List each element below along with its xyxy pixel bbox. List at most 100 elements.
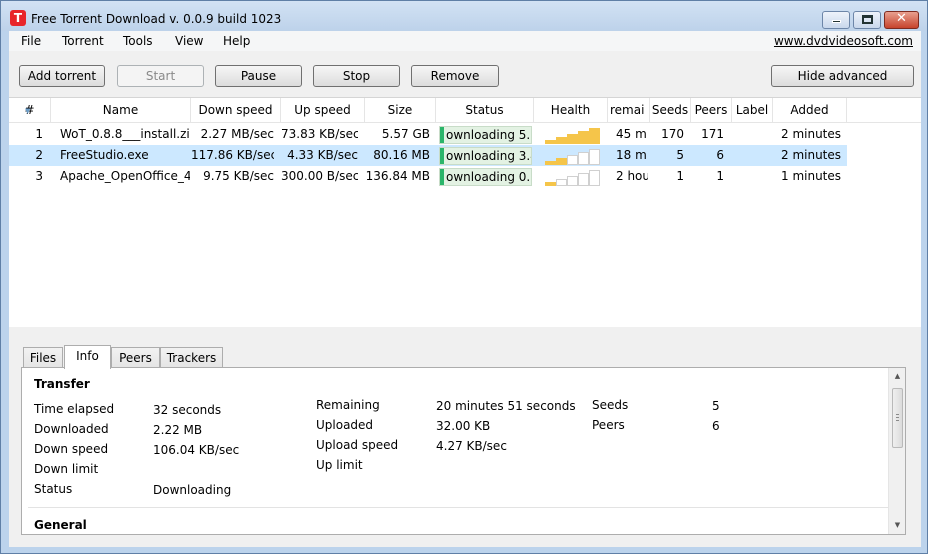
- tab-trackers[interactable]: Trackers: [160, 347, 223, 368]
- close-button[interactable]: ✕: [884, 11, 919, 29]
- minimize-icon: [832, 20, 841, 23]
- row-label: [732, 124, 770, 145]
- col-header-time-remaining[interactable]: remai: [608, 98, 650, 123]
- row-status: ownloading 3.4': [446, 149, 532, 163]
- col-header-status[interactable]: Status: [436, 98, 534, 123]
- table-row[interactable]: 2 FreeStudio.exe 117.86 KB/sec 4.33 KB/sec 8…: [9, 145, 847, 166]
- col-header-size[interactable]: Size: [365, 98, 436, 123]
- down-speed-value: 106.04 KB/sec: [153, 443, 240, 457]
- add-torrent-button[interactable]: Add torrent: [19, 65, 105, 87]
- health-bar: [545, 182, 556, 186]
- row-status: ownloading 5.9': [446, 128, 532, 142]
- remaining-value: 20 minutes 51 seconds: [436, 399, 576, 413]
- maximize-button[interactable]: [853, 11, 881, 29]
- col-header-label[interactable]: Label: [732, 98, 773, 123]
- remaining-label: Remaining: [316, 398, 380, 412]
- start-button[interactable]: Start: [117, 65, 204, 87]
- title-bar[interactable]: T Free Torrent Download v. 0.0.9 build 1…: [1, 1, 927, 31]
- row-number: 1: [35, 127, 43, 141]
- status-label: Status: [34, 482, 73, 496]
- row-size: 136.84 MB: [365, 169, 430, 183]
- row-seeds: 1: [676, 169, 684, 183]
- col-header-peers[interactable]: Peers: [691, 98, 732, 123]
- health-bar: [567, 155, 578, 165]
- down-limit-label: Down limit: [34, 462, 99, 476]
- col-header-added[interactable]: Added: [773, 98, 847, 123]
- client-area: File Torrent Tools View Help www.dvdvide…: [9, 31, 921, 547]
- row-peers: 1: [716, 169, 724, 183]
- row-status-progress: ownloading 0.9': [439, 168, 532, 186]
- tab-peers[interactable]: Peers: [111, 347, 160, 368]
- toolbar: Add torrent Start Pause Stop Remove Hide…: [9, 51, 921, 97]
- col-header-number[interactable]: ▼ #: [9, 98, 51, 123]
- row-down-speed: 2.27 MB/sec: [200, 127, 274, 141]
- row-time-remaining: 18 m: [616, 148, 647, 162]
- table-row[interactable]: 1 WoT_0.8.8___install.zip 2.27 MB/sec 73.83…: [9, 124, 847, 145]
- maximize-icon: [862, 15, 873, 24]
- seeds-value: 5: [712, 399, 720, 413]
- health-bar: [545, 161, 556, 165]
- health-bar: [578, 152, 589, 165]
- health-bar: [556, 137, 567, 144]
- app-window: T Free Torrent Download v. 0.0.9 build 1…: [0, 0, 928, 554]
- table-header: ▼ # Name Down speed Up speed Size Status…: [9, 98, 921, 123]
- row-peers: 6: [716, 148, 724, 162]
- row-down-speed: 9.75 KB/sec: [203, 169, 274, 183]
- menu-bar: File Torrent Tools View Help www.dvdvide…: [9, 31, 921, 51]
- menu-torrent[interactable]: Torrent: [62, 34, 104, 48]
- health-bar: [556, 158, 567, 165]
- tab-files[interactable]: Files: [23, 347, 63, 368]
- col-header-name[interactable]: Name: [51, 98, 191, 123]
- pause-button[interactable]: Pause: [215, 65, 302, 87]
- scroll-up-arrow-icon[interactable]: ▲: [889, 368, 905, 385]
- menu-help[interactable]: Help: [223, 34, 250, 48]
- info-scrollbar[interactable]: ▲ ▼: [888, 368, 905, 534]
- table-row[interactable]: 3 Apache_OpenOffice_4.0 9.75 KB/sec 300.00 …: [9, 166, 847, 187]
- health-bar: [567, 176, 578, 186]
- scroll-thumb[interactable]: [892, 388, 903, 448]
- uploaded-label: Uploaded: [316, 418, 374, 432]
- col-header-seeds[interactable]: Seeds: [650, 98, 691, 123]
- minimize-button[interactable]: [822, 11, 850, 29]
- row-up-speed: 300.00 B/sec: [281, 169, 358, 183]
- peers-value: 6: [712, 419, 720, 433]
- menu-tools[interactable]: Tools: [123, 34, 153, 48]
- scroll-down-arrow-icon[interactable]: ▼: [889, 517, 905, 534]
- down-speed-label: Down speed: [34, 442, 109, 456]
- torrent-list[interactable]: ▼ # Name Down speed Up speed Size Status…: [9, 97, 921, 327]
- tab-info[interactable]: Info: [64, 345, 111, 369]
- downloaded-value: 2.22 MB: [153, 423, 203, 437]
- upload-speed-value: 4.27 KB/sec: [436, 439, 507, 453]
- col-header-down-speed[interactable]: Down speed: [191, 98, 281, 123]
- time-elapsed-value: 32 seconds: [153, 403, 222, 417]
- row-size: 80.16 MB: [373, 148, 430, 162]
- row-number: 3: [35, 169, 43, 183]
- row-peers: 171: [701, 127, 724, 141]
- menu-file[interactable]: File: [21, 34, 41, 48]
- health-bar: [578, 173, 589, 186]
- row-seeds: 5: [676, 148, 684, 162]
- row-health-meter: [545, 147, 601, 165]
- close-icon: ✕: [896, 11, 907, 26]
- row-time-remaining: 45 m: [616, 127, 647, 141]
- progress-fill: [440, 148, 444, 164]
- general-section-title: General: [34, 518, 87, 532]
- menu-view[interactable]: View: [175, 34, 203, 48]
- status-value: Downloading: [153, 483, 232, 497]
- info-panel: Transfer Time elapsed 32 seconds Downloa…: [21, 367, 906, 535]
- row-added: 2 minutes a: [781, 127, 845, 141]
- hide-advanced-button[interactable]: Hide advanced: [771, 65, 914, 87]
- window-title: Free Torrent Download v. 0.0.9 build 102…: [31, 12, 282, 26]
- col-header-up-speed[interactable]: Up speed: [281, 98, 365, 123]
- row-status-progress: ownloading 5.9': [439, 126, 532, 144]
- row-added: 1 minutes a: [781, 169, 845, 183]
- remove-button[interactable]: Remove: [411, 65, 499, 87]
- details-pane: Files Info Peers Trackers Transfer Time …: [9, 327, 921, 547]
- stop-button[interactable]: Stop: [313, 65, 400, 87]
- health-bar: [589, 128, 600, 144]
- col-header-health[interactable]: Health: [534, 98, 608, 123]
- row-label: [732, 166, 770, 187]
- website-link[interactable]: www.dvdvideosoft.com: [774, 34, 913, 48]
- row-up-speed: 4.33 KB/sec: [287, 148, 358, 162]
- health-bar: [545, 140, 556, 144]
